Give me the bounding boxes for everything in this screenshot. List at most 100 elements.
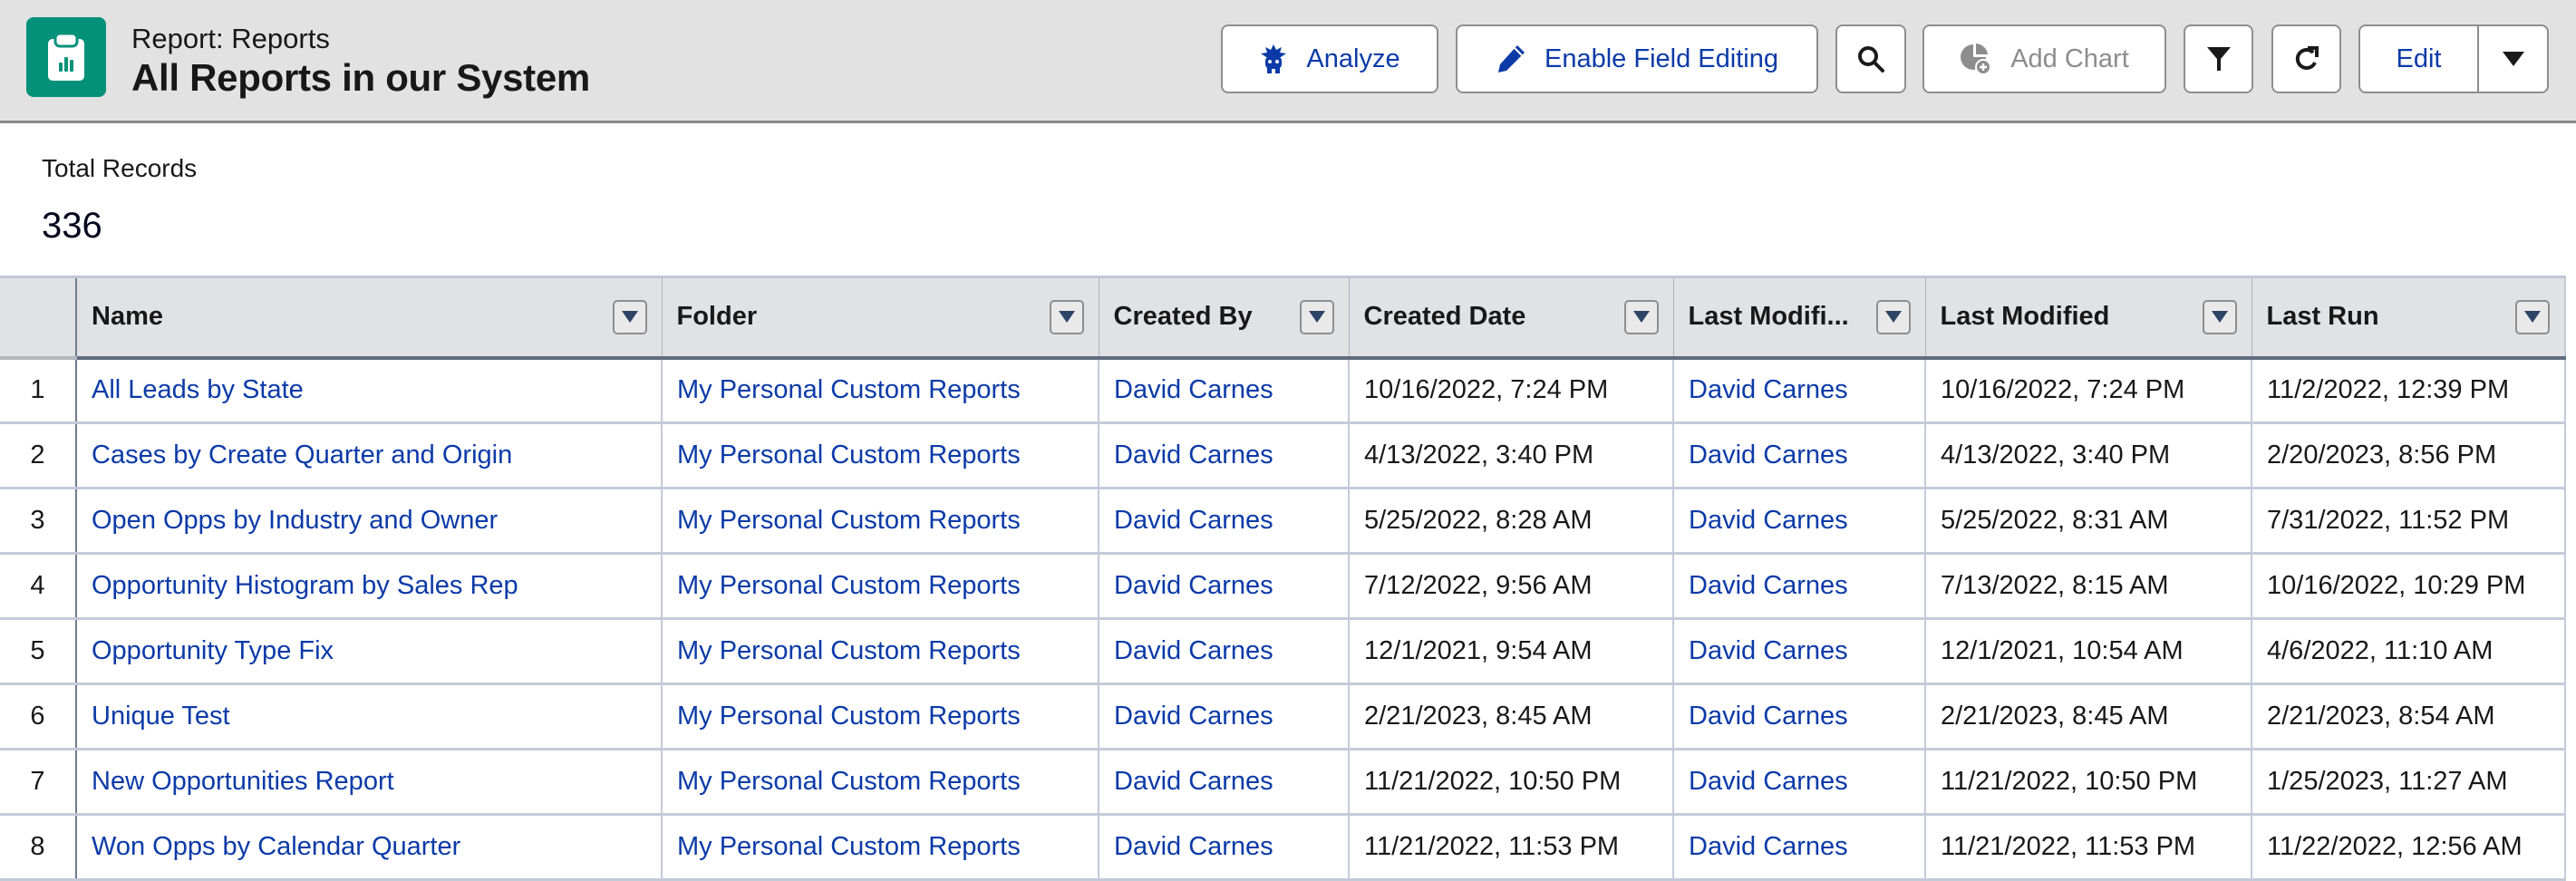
column-label: Last Modified <box>1940 302 2110 332</box>
folder-link[interactable]: My Personal Custom Reports <box>661 749 1099 816</box>
folder-link[interactable]: My Personal Custom Reports <box>661 814 1099 881</box>
column-label: Last Run <box>2266 302 2379 332</box>
last-modified-by-link[interactable]: David Carnes <box>1672 749 1925 816</box>
table-row: 1 All Leads by State My Personal Custom Re… <box>0 357 2566 424</box>
search-button[interactable] <box>1835 24 1906 93</box>
column-header-last-modified[interactable]: Last Modified <box>1924 276 2252 360</box>
created-date-cell: 10/16/2022, 7:24 PM <box>1348 357 1673 424</box>
last-modified-cell: 7/13/2022, 8:15 AM <box>1924 553 2252 620</box>
row-number: 6 <box>0 683 77 750</box>
folder-link[interactable]: My Personal Custom Reports <box>661 683 1099 750</box>
last-run-cell: 2/20/2023, 8:56 PM <box>2251 422 2566 489</box>
chevron-down-icon <box>2524 311 2541 324</box>
column-header-last-modified-by[interactable]: Last Modifi... <box>1672 276 1925 360</box>
add-chart-button[interactable]: Add Chart <box>1922 24 2166 93</box>
last-run-cell: 2/21/2023, 8:54 AM <box>2251 683 2566 750</box>
filter-button[interactable] <box>2184 24 2253 93</box>
last-modified-cell: 10/16/2022, 7:24 PM <box>1924 357 2252 424</box>
header-text: Report: Reports All Reports in our Syste… <box>131 22 590 100</box>
column-label: Last Modifi... <box>1688 302 1849 332</box>
created-by-link[interactable]: David Carnes <box>1098 814 1349 881</box>
column-menu-button[interactable] <box>2515 299 2550 334</box>
created-by-link[interactable]: David Carnes <box>1098 683 1349 750</box>
table-row: 7 New Opportunities Report My Personal Cus… <box>0 749 2566 816</box>
analyze-button[interactable]: Analyze <box>1221 24 1438 93</box>
search-icon <box>1856 44 1885 73</box>
row-number-header <box>0 276 77 360</box>
report-name-link[interactable]: Opportunity Histogram by Sales Rep <box>75 553 662 620</box>
refresh-button[interactable] <box>2271 24 2341 93</box>
last-modified-cell: 12/1/2021, 10:54 AM <box>1924 618 2252 685</box>
last-modified-by-link[interactable]: David Carnes <box>1672 422 1925 489</box>
column-menu-button[interactable] <box>1299 299 1334 334</box>
last-run-cell: 10/16/2022, 10:29 PM <box>2251 553 2566 620</box>
table-row: 4 Opportunity Histogram by Sales Rep My Pe… <box>0 553 2566 620</box>
last-modified-cell: 5/25/2022, 8:31 AM <box>1924 488 2252 555</box>
chevron-down-icon <box>1308 311 1325 324</box>
column-header-created-date[interactable]: Created Date <box>1348 276 1673 360</box>
last-modified-by-link[interactable]: David Carnes <box>1672 618 1925 685</box>
created-date-cell: 12/1/2021, 9:54 AM <box>1348 618 1673 685</box>
folder-link[interactable]: My Personal Custom Reports <box>661 488 1099 555</box>
last-modified-by-link[interactable]: David Carnes <box>1672 488 1925 555</box>
column-header-last-run[interactable]: Last Run <box>2251 276 2566 360</box>
report-name-link[interactable]: Cases by Create Quarter and Origin <box>75 422 662 489</box>
column-menu-button[interactable] <box>612 299 647 334</box>
created-by-link[interactable]: David Carnes <box>1098 553 1349 620</box>
created-date-cell: 4/13/2022, 3:40 PM <box>1348 422 1673 489</box>
last-modified-cell: 4/13/2022, 3:40 PM <box>1924 422 2252 489</box>
column-header-name[interactable]: Name <box>75 276 662 360</box>
column-label: Created By <box>1113 302 1253 332</box>
chevron-down-icon <box>2211 311 2228 324</box>
edit-menu-button[interactable] <box>2479 26 2547 92</box>
chevron-down-icon <box>2502 44 2525 74</box>
folder-link[interactable]: My Personal Custom Reports <box>661 618 1099 685</box>
column-menu-button[interactable] <box>1875 299 1911 334</box>
folder-link[interactable]: My Personal Custom Reports <box>661 422 1099 489</box>
last-modified-cell: 2/21/2023, 8:45 AM <box>1924 683 2252 750</box>
chevron-down-icon <box>621 311 638 324</box>
last-modified-by-link[interactable]: David Carnes <box>1672 683 1925 750</box>
table-row: 3 Open Opps by Industry and Owner My Perso… <box>0 488 2566 555</box>
page-title: All Reports in our System <box>131 56 590 99</box>
folder-link[interactable]: My Personal Custom Reports <box>661 357 1099 424</box>
einstein-icon <box>1259 44 1288 74</box>
last-modified-cell: 11/21/2022, 11:53 PM <box>1924 814 2252 881</box>
created-by-link[interactable]: David Carnes <box>1098 422 1349 489</box>
created-by-link[interactable]: David Carnes <box>1098 357 1349 424</box>
table-row: 5 Opportunity Type Fix My Personal Custom … <box>0 618 2566 685</box>
report-name-link[interactable]: New Opportunities Report <box>75 749 662 816</box>
column-menu-button[interactable] <box>2202 299 2237 334</box>
last-run-cell: 7/31/2022, 11:52 PM <box>2251 488 2566 555</box>
page-header: Report: Reports All Reports in our Syste… <box>0 0 2576 123</box>
last-modified-by-link[interactable]: David Carnes <box>1672 553 1925 620</box>
enable-field-editing-button[interactable]: Enable Field Editing <box>1456 24 1818 93</box>
created-by-link[interactable]: David Carnes <box>1098 488 1349 555</box>
edit-button[interactable]: Edit <box>2360 26 2479 92</box>
column-menu-button[interactable] <box>1049 299 1084 334</box>
created-by-link[interactable]: David Carnes <box>1098 749 1349 816</box>
report-name-link[interactable]: Opportunity Type Fix <box>75 618 662 685</box>
column-menu-button[interactable] <box>1623 299 1659 334</box>
created-by-link[interactable]: David Carnes <box>1098 618 1349 685</box>
row-number: 4 <box>0 553 77 620</box>
table-body: 1 All Leads by State My Personal Custom Re… <box>0 357 2566 881</box>
table-header-row: Name Folder Created By Created Date Last… <box>0 276 2566 360</box>
row-number: 2 <box>0 422 77 489</box>
report-name-link[interactable]: Won Opps by Calendar Quarter <box>75 814 662 881</box>
chevron-down-icon <box>1884 311 1902 324</box>
column-label: Created Date <box>1363 302 1526 332</box>
report-name-link[interactable]: All Leads by State <box>75 357 662 424</box>
last-modified-by-link[interactable]: David Carnes <box>1672 357 1925 424</box>
total-records-value: 336 <box>42 206 102 246</box>
column-header-folder[interactable]: Folder <box>661 276 1099 360</box>
report-name-link[interactable]: Open Opps by Industry and Owner <box>75 488 662 555</box>
report-name-link[interactable]: Unique Test <box>75 683 662 750</box>
folder-link[interactable]: My Personal Custom Reports <box>661 553 1099 620</box>
filter-icon <box>2206 45 2232 73</box>
last-modified-by-link[interactable]: David Carnes <box>1672 814 1925 881</box>
column-header-created-by[interactable]: Created By <box>1098 276 1349 360</box>
last-run-cell: 11/2/2022, 12:39 PM <box>2251 357 2566 424</box>
created-date-cell: 2/21/2023, 8:45 AM <box>1348 683 1673 750</box>
row-number: 8 <box>0 814 77 881</box>
